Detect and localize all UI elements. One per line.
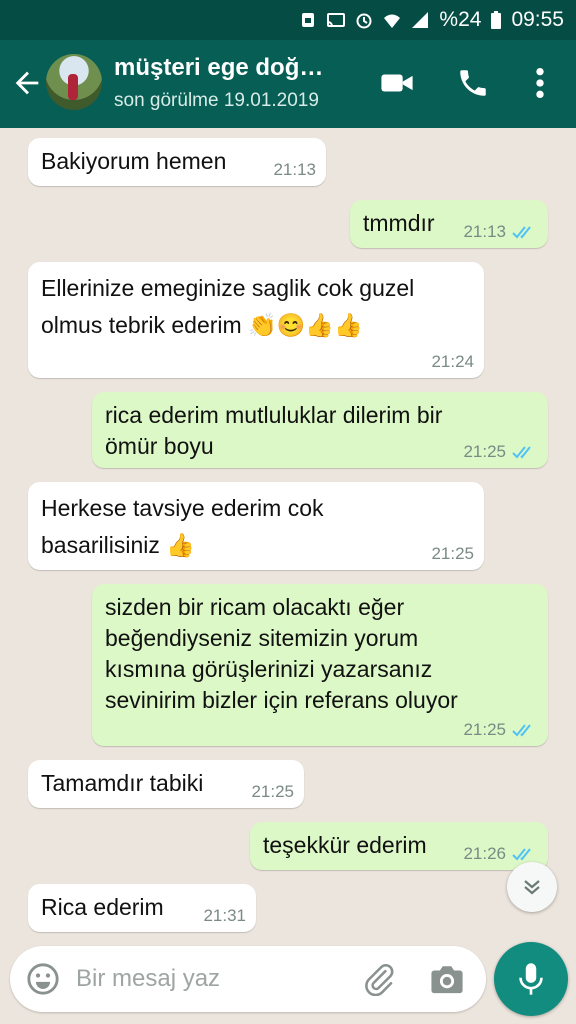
message-text: teşekkür ederim	[263, 832, 427, 858]
last-seen: son görülme 19.01.2019	[114, 90, 319, 111]
message-incoming[interactable]: Bakiyorum hemen 21:13	[28, 138, 326, 186]
chevron-double-down-icon	[524, 880, 540, 895]
emoji-icon[interactable]	[26, 962, 60, 996]
microphone-icon	[519, 963, 543, 995]
more-options-icon[interactable]	[528, 66, 552, 100]
notification-icon	[302, 13, 315, 27]
battery-icon	[491, 11, 502, 29]
message-text: tmmdır	[363, 210, 435, 236]
message-input[interactable]	[76, 960, 346, 998]
battery-percent: %24	[439, 8, 482, 31]
message-incoming[interactable]: Rica ederim 21:31	[28, 884, 256, 932]
message-time: 21:25	[463, 442, 506, 461]
message-composer	[10, 946, 486, 1012]
status-bar: %24 09:55	[0, 0, 576, 40]
message-incoming[interactable]: Herkese tavsiye ederim cok basarilisiniz…	[28, 482, 484, 570]
double-check-icon	[512, 446, 531, 459]
message-time: 21:31	[203, 906, 246, 925]
signal-icon	[412, 12, 429, 28]
scroll-to-bottom-button[interactable]	[507, 862, 557, 912]
double-check-icon	[512, 848, 531, 861]
message-text: sizden bir ricam olacaktı eğer beğendiys…	[105, 594, 458, 713]
message-outgoing[interactable]: tmmdır 21:13	[350, 200, 548, 248]
contact-name[interactable]: müşteri ege doğ…	[114, 54, 323, 82]
message-time: 21:25	[251, 782, 294, 801]
contact-avatar[interactable]	[46, 54, 102, 110]
paperclip-icon[interactable]	[362, 962, 396, 996]
double-check-icon	[512, 724, 531, 737]
clock: 09:55	[511, 8, 564, 31]
video-call-icon[interactable]	[380, 68, 414, 98]
message-text: Tamamdır tabiki	[41, 770, 204, 796]
message-text: Rica ederim	[41, 894, 164, 920]
cast-icon	[327, 13, 346, 27]
message-text: Herkese tavsiye ederim cok basarilisiniz…	[41, 495, 324, 558]
double-check-icon	[512, 226, 531, 239]
message-time: 21:24	[431, 352, 474, 371]
message-text: rica ederim mutluluklar dilerim bir ömür…	[105, 402, 443, 459]
message-text: Bakiyorum hemen	[41, 148, 227, 174]
message-time: 21:13	[463, 222, 506, 241]
camera-icon[interactable]	[430, 963, 464, 995]
message-text: Ellerinize emeginize saglik cok guzel ol…	[41, 275, 415, 338]
message-outgoing[interactable]: rica ederim mutluluklar dilerim bir ömür…	[92, 392, 548, 468]
message-list[interactable]: Bakiyorum hemen 21:13 tmmdır 21:13 Eller…	[0, 128, 576, 940]
message-time: 21:25	[463, 720, 506, 739]
message-outgoing[interactable]: sizden bir ricam olacaktı eğer beğendiys…	[92, 584, 548, 746]
message-time: 21:13	[273, 160, 316, 179]
alarm-icon	[356, 13, 372, 29]
chat-header: müşteri ege doğ… son görülme 19.01.2019	[0, 40, 576, 128]
message-incoming[interactable]: Tamamdır tabiki 21:25	[28, 760, 304, 808]
message-time: 21:26	[463, 844, 506, 863]
phone-icon[interactable]	[456, 66, 490, 100]
message-incoming[interactable]: Ellerinize emeginize saglik cok guzel ol…	[28, 262, 484, 378]
microphone-button[interactable]	[494, 942, 568, 1016]
back-arrow-icon[interactable]	[10, 66, 44, 100]
wifi-icon	[384, 14, 401, 28]
message-time: 21:25	[431, 544, 474, 563]
message-outgoing[interactable]: teşekkür ederim 21:26	[250, 822, 548, 870]
